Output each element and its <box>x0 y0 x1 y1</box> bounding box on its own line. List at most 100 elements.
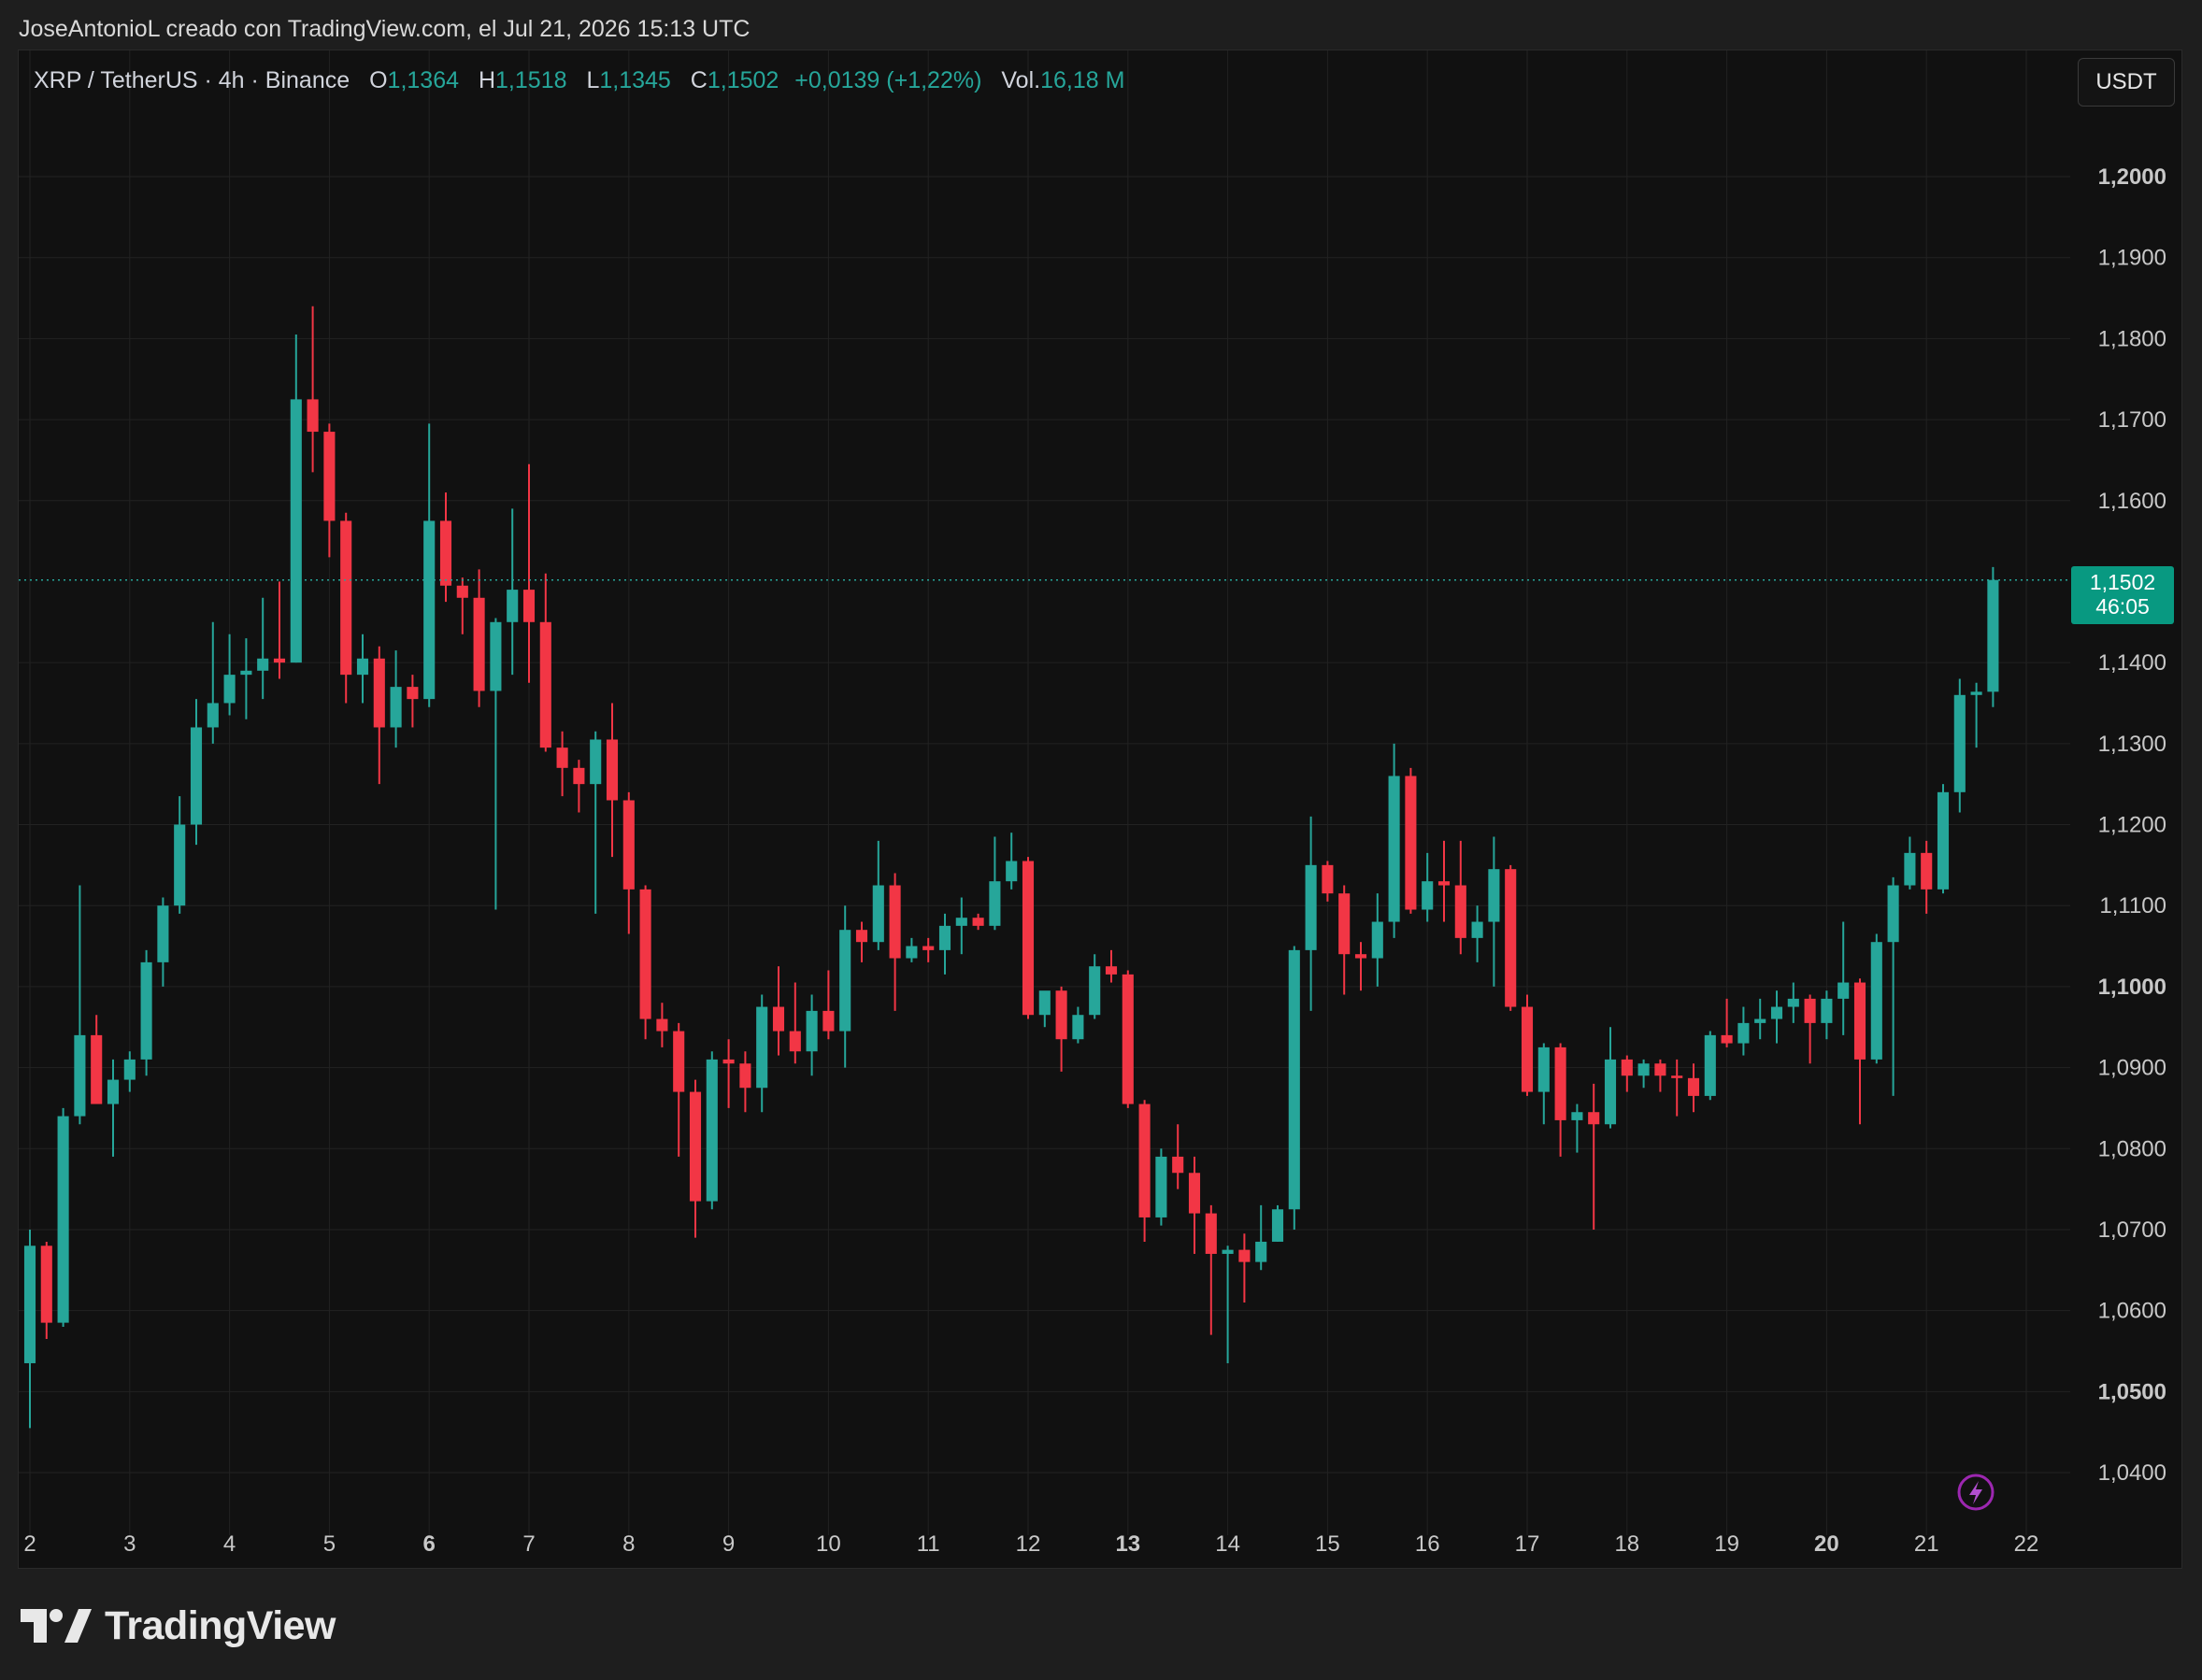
candle-body-up <box>390 687 402 728</box>
candle-body-up <box>1371 921 1383 959</box>
time-axis-label: 20 <box>1814 1531 1839 1557</box>
candle-body-up <box>74 1034 86 1117</box>
candle-body-down <box>539 621 551 748</box>
candle-body-down <box>622 800 635 890</box>
candle-body-up <box>938 925 951 950</box>
candle-body-down <box>722 1059 735 1064</box>
candles-layer <box>23 306 1999 1429</box>
candle-body-down <box>556 747 568 768</box>
time-axis: 2 3 4 5 6 7 8 9 10 11 12 13 14 15 16 17 18 19 20 21 22 <box>23 1531 2038 1557</box>
candle-body-up <box>1953 694 1966 792</box>
candle-body-up <box>590 739 602 785</box>
candle-body-down <box>1687 1077 1700 1096</box>
candle-body-up <box>174 824 186 906</box>
candle-body-up <box>57 1116 69 1323</box>
candle-body-down <box>439 520 452 586</box>
candle-body-up <box>906 946 918 959</box>
candle-body-up <box>1305 864 1317 950</box>
candle-body-down <box>1138 1103 1151 1217</box>
candle-body-up <box>1089 966 1101 1016</box>
candle-body-up <box>1072 1015 1084 1040</box>
legend-open-value: 1,1364 <box>387 67 460 93</box>
time-axis-label: 7 <box>522 1531 535 1557</box>
candle-body-down <box>606 739 619 801</box>
candle-body-down <box>1654 1063 1666 1076</box>
candle-body-up <box>290 399 302 663</box>
candle-body-down <box>1521 1006 1534 1092</box>
candle-body-down <box>789 1031 801 1052</box>
price-axis-label: 1,1300 <box>2098 732 2166 757</box>
legend-close-value: 1,1502 <box>707 67 779 93</box>
candle-body-down <box>456 585 468 598</box>
time-axis-label: 10 <box>816 1531 841 1557</box>
candle-body-up <box>1821 998 1833 1023</box>
current-price-tag: 1,1502 46:05 <box>2071 566 2174 624</box>
candle-body-down <box>1588 1112 1600 1125</box>
legend-symbol[interactable]: XRP / TetherUS · 4h · Binance <box>34 67 350 93</box>
price-axis-label: 1,1200 <box>2098 813 2166 838</box>
price-axis-label: 1,0400 <box>2098 1460 2166 1486</box>
price-axis-label: 1,0700 <box>2098 1217 2166 1243</box>
candle-body-down <box>373 658 385 728</box>
candle-body-down <box>1721 1034 1733 1044</box>
candle-body-down <box>972 918 984 926</box>
candle-body-up <box>140 961 152 1060</box>
candle-body-down <box>1338 893 1351 955</box>
candle-body-up <box>1837 982 1850 999</box>
candle-body-up <box>107 1079 120 1104</box>
legend-high-label: H <box>478 67 496 93</box>
candle-body-up <box>1754 1018 1766 1023</box>
candle-body-down <box>673 1031 685 1092</box>
candle-body-down <box>1921 852 1933 890</box>
candle-body-down <box>1853 982 1866 1060</box>
candle-body-up <box>1987 579 1999 692</box>
price-tag-price: 1,1502 <box>2090 570 2155 594</box>
candlestick-chart[interactable]: 1,0400 1,0500 1,0600 1,0700 1,0800 1,0900 1,10… <box>0 0 2202 1680</box>
time-axis-label: 6 <box>423 1531 436 1557</box>
candle-body-down <box>1238 1249 1251 1262</box>
candle-body-up <box>190 727 203 825</box>
legend-low-value: 1,1345 <box>599 67 671 93</box>
price-axis-label: 1,0800 <box>2098 1136 2166 1161</box>
candle-body-down <box>473 597 485 691</box>
time-axis-label: 12 <box>1016 1531 1041 1557</box>
candle-body-up <box>1870 942 1882 1060</box>
candle-body-down <box>1671 1075 1683 1078</box>
candle-body-down <box>1405 776 1417 910</box>
candle-body-down <box>1804 998 1816 1023</box>
candle-body-down <box>656 1018 668 1032</box>
symbol-legend: XRP / TetherUS · 4h · Binance O1,1364 H1… <box>34 64 1124 97</box>
time-axis-label: 18 <box>1614 1531 1639 1557</box>
candle-body-up <box>1537 1046 1550 1092</box>
candle-body-up <box>423 520 436 700</box>
candle-body-up <box>1770 1006 1783 1019</box>
price-tag-countdown: 46:05 <box>2095 594 2150 619</box>
candle-body-down <box>307 399 319 433</box>
candle-body-down <box>273 658 286 663</box>
candle-body-up <box>1471 921 1483 938</box>
candle-body-up <box>157 905 169 962</box>
candle-body-up <box>872 885 884 943</box>
price-axis-label: 1,1600 <box>2098 489 2166 514</box>
time-axis-label: 19 <box>1714 1531 1739 1557</box>
tradingview-logo-icon <box>21 1609 92 1643</box>
time-axis-label: 13 <box>1115 1531 1140 1557</box>
candle-body-down <box>855 930 868 943</box>
candle-body-up <box>257 658 269 671</box>
currency-button[interactable]: USDT <box>2078 58 2175 107</box>
candle-body-up <box>240 670 252 676</box>
candle-body-up <box>1488 869 1500 922</box>
candle-body-down <box>1621 1059 1633 1076</box>
time-axis-label: 3 <box>123 1531 136 1557</box>
candle-body-down <box>772 1006 785 1032</box>
candle-body-down <box>340 520 352 676</box>
brand-logo[interactable]: TradingView <box>21 1598 336 1654</box>
candle-body-down <box>1454 885 1466 938</box>
candle-body-down <box>1188 1173 1201 1214</box>
candle-body-up <box>1422 881 1434 910</box>
brand-name: TradingView <box>105 1602 336 1648</box>
candle-body-down <box>889 885 901 959</box>
candle-body-down <box>1554 1046 1566 1120</box>
candle-body-down <box>1122 974 1134 1104</box>
lightning-icon[interactable] <box>1957 1474 1995 1511</box>
